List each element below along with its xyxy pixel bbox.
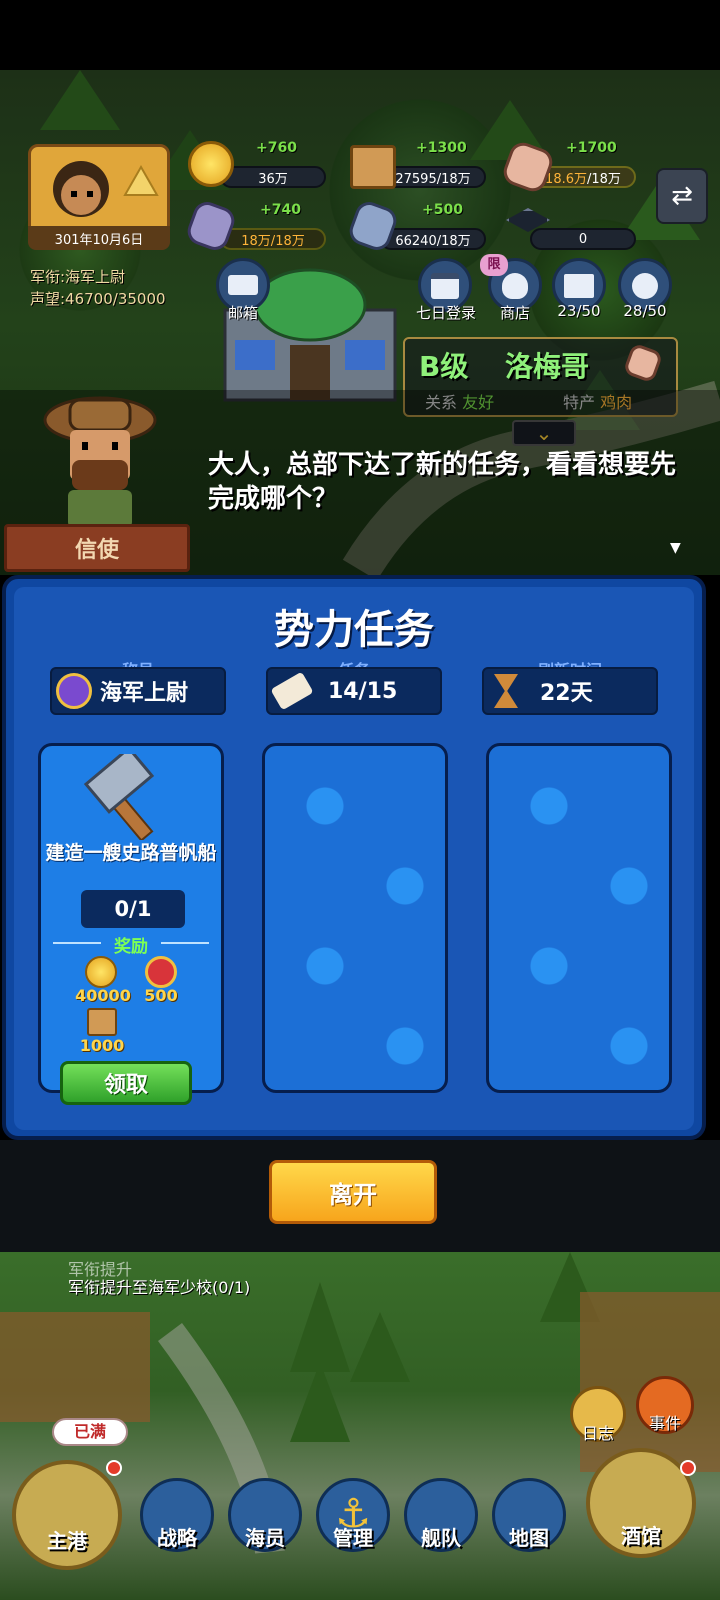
shop-label: 商店 xyxy=(499,304,530,322)
money-bag-icon xyxy=(502,273,528,299)
task-count-box: 14/15 xyxy=(266,667,442,715)
mailbox-label: 邮箱 xyxy=(227,304,258,322)
seven-day-login-label: 七日登录 xyxy=(415,304,476,322)
npc-name: 洛梅哥 xyxy=(505,350,590,383)
rank-medal-icon xyxy=(56,673,92,709)
crew-count: 28/50 xyxy=(623,302,667,320)
claim-button[interactable]: 领取 xyxy=(60,1061,192,1105)
leave-button[interactable]: 离开 xyxy=(269,1160,437,1224)
map-label: 地图 xyxy=(509,1526,549,1550)
stone-income: +500 xyxy=(422,202,463,218)
iron-income: +740 xyxy=(260,202,301,218)
task-name: 建造一艘史路普帆船 xyxy=(45,842,217,864)
strategy-label: 战略 xyxy=(157,1526,197,1550)
log-label: 日志 xyxy=(581,1424,614,1443)
hammer-icon xyxy=(83,754,155,840)
reward-gold: 40000 xyxy=(75,986,131,1005)
reward-wood: 1000 xyxy=(79,1036,125,1055)
reward-badge: 500 xyxy=(144,986,178,1005)
storage-full-badge: 已满 xyxy=(52,1418,128,1446)
wood-planks-icon[interactable] xyxy=(350,145,396,189)
meat-income: +1700 xyxy=(566,140,617,156)
rank-up-icon xyxy=(123,164,159,196)
messenger-portrait xyxy=(43,396,157,528)
notification-dot xyxy=(106,1460,122,1476)
crew-nav-label: 海员 xyxy=(245,1526,285,1550)
hourglass-icon xyxy=(494,674,518,708)
meat-cap: /18万 xyxy=(587,171,621,187)
quest-title: 军衔提升 xyxy=(68,1260,133,1279)
refresh-box: 22天 xyxy=(482,667,658,715)
manage-label: 管理 xyxy=(333,1526,373,1550)
meat-current: 18.6万 xyxy=(545,171,587,187)
main-port-label: 主港 xyxy=(47,1529,87,1553)
swap-arrows-icon[interactable]: ⇄ xyxy=(656,168,708,224)
limited-badge: 限 xyxy=(480,254,508,276)
speaker-nameplate: 信使 xyxy=(4,524,190,572)
dialog-continue-icon[interactable]: ▼ xyxy=(670,540,681,556)
badge-medal-icon xyxy=(145,956,177,988)
academy-cap-amount: 0 xyxy=(530,228,636,250)
open-book-icon xyxy=(564,274,594,298)
task-card-empty xyxy=(262,743,448,1093)
fleet-label: 舰队 xyxy=(421,1526,461,1550)
task-card[interactable]: 建造一艘史路普帆船 0/1 奖励 40000 500 1000 xyxy=(38,743,224,1093)
title-box: 海军上尉 xyxy=(50,667,226,715)
task-progress: 0/1 xyxy=(81,890,185,928)
commander-portrait xyxy=(53,161,159,217)
npc-grade: B级 xyxy=(419,350,469,383)
faction-task-panel: 势力任务 称号 海军上尉 任务 14/15 刷新时间 22天 建造一艘史路普帆船… xyxy=(2,575,706,1140)
mail-envelope-icon xyxy=(228,275,258,295)
status-bar xyxy=(0,0,720,70)
book-count: 23/50 xyxy=(557,302,601,320)
meat-icon xyxy=(622,342,664,384)
dialog-text: 大人，总部下达了新的任务，看看想要先完成哪个？ xyxy=(208,450,677,514)
notification-dot xyxy=(680,1460,696,1476)
game-date: 301年10月6日 xyxy=(28,226,170,250)
tavern-label: 酒馆 xyxy=(621,1524,661,1548)
gold-income: +760 xyxy=(256,140,297,156)
reward-label: 奖励 xyxy=(101,932,161,957)
crew-head-icon xyxy=(632,273,658,299)
refresh-time: 22天 xyxy=(540,681,593,706)
title-value: 海军上尉 xyxy=(100,681,189,706)
quest-text[interactable]: 军衔提升至海军少校(0/1) xyxy=(68,1278,268,1298)
wood-planks-icon xyxy=(87,1008,117,1036)
gold-coin-icon xyxy=(85,956,117,988)
iron-amount: 18万/18万 xyxy=(220,228,326,250)
wood-income: +1300 xyxy=(416,140,467,156)
stone-amount: 66240/18万 xyxy=(380,228,486,250)
task-card-empty xyxy=(486,743,672,1093)
scroll-icon xyxy=(270,671,314,711)
task-count: 14/15 xyxy=(328,678,398,704)
calendar-icon xyxy=(431,273,459,299)
gold-coin-icon[interactable] xyxy=(188,141,234,187)
panel-title: 势力任务 xyxy=(274,607,434,653)
event-label: 事件 xyxy=(648,1414,681,1433)
rank-text: 军衔:海军上尉 xyxy=(30,268,126,286)
fame-text: 声望:46700/35000 xyxy=(30,290,166,308)
gold-amount: 36万 xyxy=(220,166,326,188)
